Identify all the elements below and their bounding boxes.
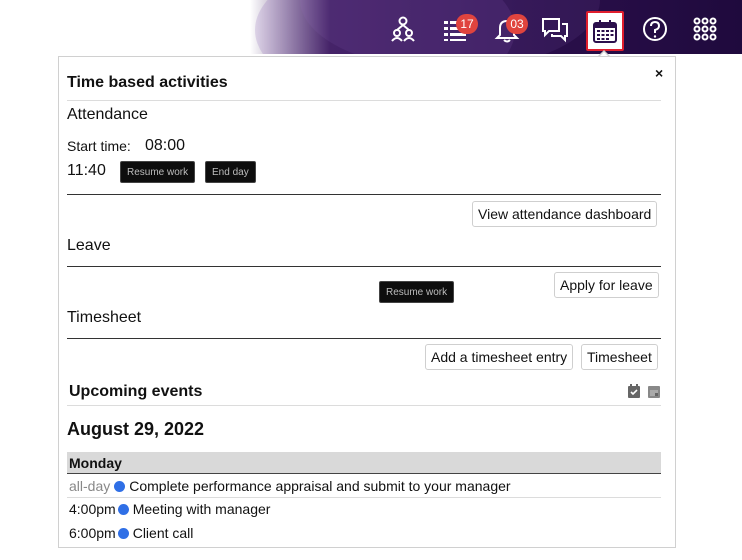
calendar-icon xyxy=(593,20,617,43)
tasks-badge: 17 xyxy=(456,14,478,34)
chat-icon[interactable] xyxy=(540,14,570,44)
end-day-button[interactable]: End day xyxy=(205,161,256,183)
day-header: Monday xyxy=(67,452,661,474)
event-time: 6:00pm xyxy=(69,525,116,541)
divider xyxy=(67,338,661,339)
leave-heading: Leave xyxy=(67,237,111,254)
resume-work-button[interactable]: Resume work xyxy=(120,161,196,183)
timesheet-button[interactable]: Timesheet xyxy=(581,344,658,370)
event-item[interactable]: 4:00pm Meeting with manager xyxy=(69,501,270,517)
current-time: 11:40 xyxy=(67,162,106,179)
org-chart-icon[interactable] xyxy=(388,14,418,44)
help-icon[interactable] xyxy=(640,14,670,44)
event-time: 4:00pm xyxy=(69,501,116,517)
calendar-icon[interactable] xyxy=(647,385,661,404)
event-dot-icon xyxy=(114,480,126,492)
calendar-button[interactable] xyxy=(586,11,624,51)
divider xyxy=(67,194,661,195)
apply-for-leave-button[interactable]: Apply for leave xyxy=(554,272,659,298)
time-activities-panel: Time based activities × Attendance Start… xyxy=(58,56,676,548)
divider xyxy=(67,405,661,406)
resume-work-tooltip: Resume work xyxy=(379,281,455,303)
close-icon[interactable]: × xyxy=(655,65,663,81)
event-title: Meeting with manager xyxy=(132,501,271,517)
event-date: August 29, 2022 xyxy=(67,419,205,439)
start-time-label: Start time: xyxy=(67,138,131,154)
start-time-value: 08:00 xyxy=(145,137,186,154)
event-time: all-day xyxy=(69,478,111,494)
top-bar: 17 03 xyxy=(0,0,742,54)
divider xyxy=(67,100,661,101)
divider xyxy=(67,266,661,267)
event-item[interactable]: 6:00pm Client call xyxy=(69,525,193,541)
event-dot-icon xyxy=(117,527,129,539)
upcoming-events-heading: Upcoming events xyxy=(69,383,203,400)
calendar-check-icon[interactable] xyxy=(627,383,641,404)
timesheet-heading: Timesheet xyxy=(67,309,142,326)
event-item[interactable]: all-day Complete performance appraisal a… xyxy=(69,478,511,494)
view-attendance-dashboard-button[interactable]: View attendance dashboard xyxy=(472,201,658,227)
notifications-badge: 03 xyxy=(506,14,528,34)
add-timesheet-entry-button[interactable]: Add a timesheet entry xyxy=(425,344,574,370)
event-dot-icon xyxy=(117,503,129,515)
attendance-heading: Attendance xyxy=(67,106,148,123)
event-title: Complete performance appraisal and submi… xyxy=(129,478,511,494)
event-title: Client call xyxy=(132,525,194,541)
apps-grid-icon[interactable] xyxy=(690,14,720,44)
panel-title: Time based activities xyxy=(67,74,228,91)
divider xyxy=(67,497,661,498)
